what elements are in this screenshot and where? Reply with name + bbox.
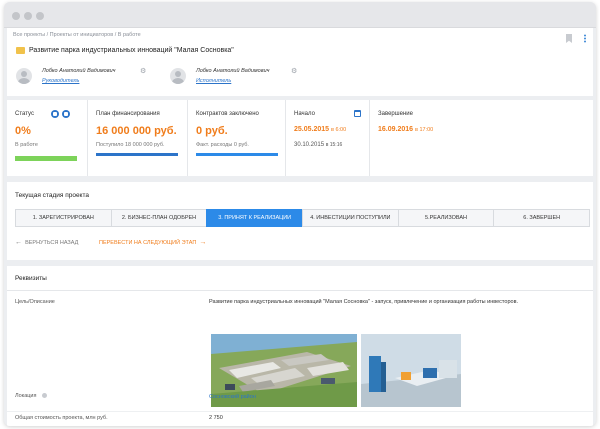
stat-value: 16 000 000 руб. (96, 125, 177, 137)
divider (7, 411, 593, 412)
progress-bar (15, 156, 77, 161)
person-name: Лобко Анатолий Вадимович (196, 68, 270, 74)
date-value: 25.05.2015 (294, 126, 330, 133)
goal-value: Развитие парка индустриальных инноваций … (209, 299, 519, 305)
requisites-panel: Реквизиты Цель/Описание Развитие парка и… (7, 266, 593, 426)
next-label: ПЕРЕВЕСТИ НА СЛЕДУЮЩИЙ ЭТАП (99, 240, 197, 246)
stage-step[interactable]: 6. ЗАВЕРШЕН (493, 209, 591, 227)
section-title: Реквизиты (15, 275, 47, 282)
window-dot-icon[interactable] (12, 12, 20, 20)
stats-panel: Статус 0% В работе План финансирования 1… (7, 100, 593, 176)
project-header: Все проекты / Проекты от инициаторов / В… (7, 28, 593, 96)
stat-start: Начало 25.05.2015 в 6:00 30.10.2015 в 15… (285, 100, 369, 176)
cost-value: 2 750 (209, 415, 223, 421)
bookmark-icon[interactable] (566, 34, 572, 43)
avatar (170, 68, 186, 84)
status-icon[interactable] (62, 110, 70, 118)
arrow-left-icon: ← (15, 239, 22, 246)
stage-step[interactable]: 4. ИНВЕСТИЦИИ ПОСТУПИЛИ (302, 209, 399, 227)
divider (7, 290, 593, 291)
stat-label: План финансирования (96, 111, 160, 117)
stat-label: Начало (294, 111, 315, 117)
progress-bar (96, 153, 178, 156)
date-value: 16.09.2016 (378, 126, 414, 133)
progress-fill (15, 156, 77, 161)
end-date: 16.09.2016 в 17:00 (378, 126, 433, 133)
back-label: ВЕРНУТЬСЯ НАЗАД (25, 240, 79, 246)
cost-label: Общая стоимость проекта, млн руб. (15, 415, 108, 421)
time-value: в 15:16 (325, 142, 343, 148)
stat-sub: Поступило 18 000 000 руб. (96, 142, 165, 148)
stat-value: 0% (15, 125, 31, 137)
stage-step[interactable]: 3. ПРИНЯТ К РЕАЛИЗАЦИИ (206, 209, 304, 227)
stage-step[interactable]: 1. ЗАРЕГИСТРИРОВАН (15, 209, 112, 227)
stat-status: Статус 0% В работе (7, 100, 87, 176)
stat-financing: План финансирования 16 000 000 руб. Пост… (87, 100, 187, 176)
person-role-link[interactable]: Руководитель (42, 78, 79, 84)
project-photo-render-art (361, 334, 461, 407)
time-value: в 17:00 (415, 127, 434, 133)
person-role-link[interactable]: Исполнитель (196, 78, 231, 84)
actual-start-date: 30.10.2015 в 15:16 (294, 142, 342, 148)
time-value: в 6:00 (331, 127, 347, 133)
calendar-icon[interactable] (354, 110, 361, 117)
status-icon[interactable] (51, 110, 59, 118)
section-title: Текущая стадия проекта (15, 192, 89, 199)
stat-value: 0 руб. (196, 125, 228, 137)
stat-sub: Факт. расходы 0 руб. (196, 142, 249, 148)
date-value: 30.10.2015 (294, 142, 325, 148)
gear-icon[interactable]: ⚙ (291, 68, 297, 75)
goal-label: Цель/Описание (15, 299, 55, 305)
stage-step[interactable]: 5.РЕАЛИЗОВАН (397, 209, 495, 227)
info-icon[interactable] (42, 393, 48, 399)
window-dot-icon[interactable] (24, 12, 32, 20)
page-content: Все проекты / Проекты от инициаторов / В… (7, 28, 593, 426)
page-title: Развитие парка индустриальных инноваций … (29, 47, 234, 54)
stage-panel: Текущая стадия проекта 1. ЗАРЕГИСТРИРОВА… (7, 182, 593, 260)
stat-label: Контрактов заключено (196, 111, 259, 117)
stage-step[interactable]: 2. БИЗНЕС-ПЛАН ОДОБРЕН (110, 209, 208, 227)
gear-icon[interactable]: ⚙ (140, 68, 146, 75)
back-button[interactable]: ← ВЕРНУТЬСЯ НАЗАД (15, 239, 78, 246)
project-photo-render[interactable] (361, 334, 461, 407)
avatar (16, 68, 32, 84)
browser-window: Все проекты / Проекты от инициаторов / В… (4, 2, 596, 426)
location-value-link[interactable]: Сосновский район (209, 394, 256, 400)
window-titlebar (4, 2, 596, 28)
location-label: Локация (15, 393, 48, 399)
stat-label: Завершение (378, 111, 413, 117)
stat-contracts: Контрактов заключено 0 руб. Факт. расход… (187, 100, 285, 176)
person-name: Лобко Анатолий Вадимович (42, 68, 116, 74)
breadcrumb[interactable]: Все проекты / Проекты от инициаторов / В… (13, 32, 141, 38)
progress-fill (96, 153, 178, 156)
start-date: 25.05.2015 в 6:00 (294, 126, 346, 133)
progress-bar (196, 153, 278, 156)
progress-fill (196, 153, 278, 156)
stat-label: Статус (15, 111, 34, 117)
stage-stepper: 1. ЗАРЕГИСТРИРОВАН 2. БИЗНЕС-ПЛАН ОДОБРЕ… (15, 209, 591, 227)
stat-sub: В работе (15, 142, 38, 148)
arrow-right-icon: → (199, 239, 207, 246)
location-label-text: Локация (15, 393, 37, 399)
more-menu-icon[interactable] (584, 34, 586, 43)
stat-end: Завершение 16.09.2016 в 17:00 (369, 100, 593, 176)
next-stage-button[interactable]: ПЕРЕВЕСТИ НА СЛЕДУЮЩИЙ ЭТАП → (99, 239, 206, 246)
window-dot-icon[interactable] (36, 12, 44, 20)
folder-icon (16, 47, 25, 54)
